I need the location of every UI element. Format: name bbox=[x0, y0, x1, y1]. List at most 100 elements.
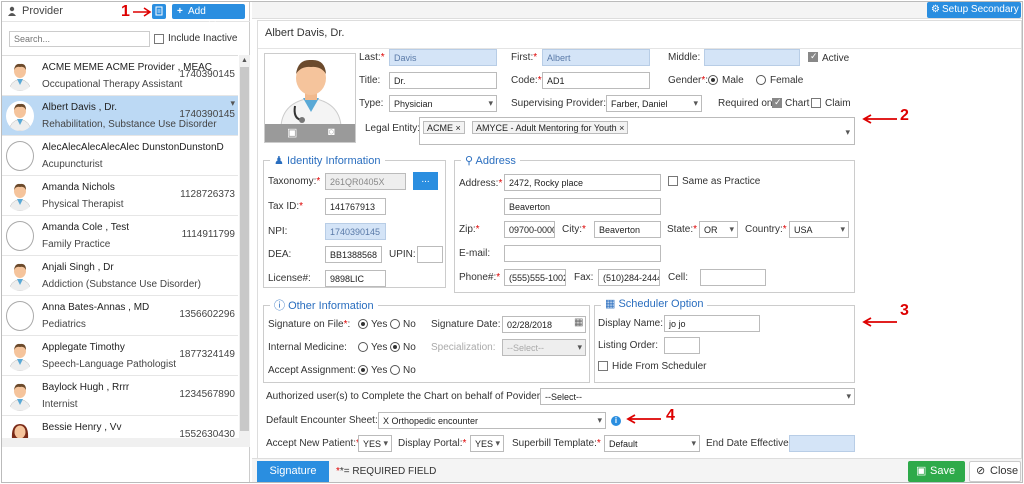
display-name-input[interactable]: jo jo bbox=[664, 315, 760, 332]
accept-assignment-no-label: No bbox=[403, 365, 416, 376]
same-as-practice-checkbox[interactable] bbox=[668, 176, 678, 186]
provider-search-input[interactable] bbox=[9, 31, 150, 47]
plus-icon: + bbox=[177, 6, 183, 17]
hide-from-scheduler-checkbox[interactable] bbox=[598, 361, 608, 371]
fax-input[interactable]: (510)284-2444 bbox=[598, 269, 660, 286]
license-input[interactable]: 9898LIC bbox=[325, 270, 386, 287]
address-line1-input[interactable]: 2472, Rocky place bbox=[504, 174, 661, 191]
display-portal-select[interactable]: YES bbox=[470, 435, 504, 452]
legal-entity-tag: AMYCE - Adult Mentoring for Youth × bbox=[472, 121, 629, 134]
accept-new-patient-select[interactable]: YES bbox=[358, 435, 392, 452]
middle-name-input[interactable] bbox=[704, 49, 800, 66]
scheduler-legend: ▦ Scheduler Option bbox=[601, 297, 708, 310]
supervising-provider-select[interactable]: Farber, Daniel bbox=[606, 95, 702, 112]
taxonomy-label: Taxonomy:* bbox=[268, 176, 321, 187]
tax-id-input[interactable]: 141767913 bbox=[325, 198, 386, 215]
provider-list-item[interactable]: Amanda Cole , Test 1114911799 Family Pract… bbox=[2, 216, 238, 256]
internal-medicine-label: Internal Medicine: bbox=[268, 342, 347, 353]
document-button[interactable] bbox=[152, 4, 166, 19]
internal-medicine-no-label: No bbox=[403, 342, 416, 353]
claim-checkbox[interactable] bbox=[811, 98, 821, 108]
authorized-users-label: Authorized user(s) to Complete the Chart… bbox=[266, 391, 543, 402]
gender-female-radio[interactable] bbox=[756, 75, 766, 85]
provider-list-item[interactable]: ACME MEME ACME Provider , MEAC 1740390145… bbox=[2, 56, 238, 96]
specialization-select[interactable]: --Select-- bbox=[502, 339, 586, 356]
zip-input[interactable]: 09700-0000 bbox=[504, 221, 555, 238]
gender-male-radio[interactable] bbox=[708, 75, 718, 85]
scroll-up-icon[interactable]: ▲ bbox=[241, 57, 248, 64]
provider-list-item[interactable]: Anna Bates-Annas , MD 1356602296 Pediatric… bbox=[2, 296, 238, 336]
cell-input[interactable] bbox=[700, 269, 766, 286]
sidebar-header: Provider 1 + Add Provider bbox=[2, 2, 250, 32]
signature-yes-radio[interactable] bbox=[358, 319, 368, 329]
legal-entity-tag: ACME × bbox=[423, 121, 465, 134]
provider-list-item[interactable]: Anjali Singh , Dr Addiction (Substance Us… bbox=[2, 256, 238, 296]
title-input[interactable]: Dr. bbox=[389, 72, 497, 89]
image-icon[interactable]: ▣ bbox=[287, 126, 297, 139]
add-provider-button[interactable]: + Add Provider bbox=[172, 4, 245, 32]
display-portal-label: Display Portal:* bbox=[398, 438, 467, 449]
state-select[interactable]: OR bbox=[699, 221, 738, 238]
provider-list-item[interactable]: Baylock Hugh , Rrrr 1234567890 Internist bbox=[2, 376, 238, 416]
accept-assignment-yes-radio[interactable] bbox=[358, 365, 368, 375]
encounter-sheet-select[interactable]: X Orthopedic encounter bbox=[378, 412, 606, 429]
dea-label: DEA: bbox=[268, 249, 292, 260]
callout-4: 4 bbox=[666, 407, 675, 424]
last-name-input[interactable]: Davis bbox=[389, 49, 497, 66]
chevron-down-icon: ▾ bbox=[845, 127, 850, 137]
specialization-label: Specialization: bbox=[431, 342, 496, 353]
provider-list-item[interactable]: Amanda Nichols 1128726373 Physical Therapi… bbox=[2, 176, 238, 216]
first-name-input[interactable]: Albert bbox=[542, 49, 650, 66]
include-inactive-label: Include Inactive bbox=[168, 33, 238, 44]
chart-checkbox[interactable] bbox=[772, 97, 782, 108]
sidebar-title: Provider bbox=[22, 5, 63, 17]
provider-list-scrollbar[interactable]: ▲ bbox=[239, 55, 250, 438]
provider-list-item[interactable]: Applegate Timothy 1877324149 Speech-Langua… bbox=[2, 336, 238, 376]
provider-list-item[interactable]: AlecAlecAlecAlecAlec DunstonDunstonD Acup… bbox=[2, 136, 238, 176]
save-button[interactable]: ▣ Save bbox=[908, 461, 965, 482]
dea-input[interactable]: BB1388568 bbox=[325, 246, 382, 263]
code-input[interactable]: AD1 bbox=[542, 72, 650, 89]
address-line2-input[interactable]: Beaverton bbox=[504, 198, 661, 215]
signature-on-file-label: Signature on File*: bbox=[268, 319, 351, 330]
provider-sidebar: Provider 1 + Add Provider Include Inactiv… bbox=[2, 2, 250, 482]
signature-no-radio[interactable] bbox=[390, 319, 400, 329]
active-checkbox[interactable] bbox=[808, 51, 818, 62]
setup-secondary-id-button[interactable]: ⚙ Setup Secondary ID bbox=[927, 2, 1021, 31]
city-input[interactable]: Beaverton bbox=[594, 221, 661, 238]
upin-input[interactable] bbox=[417, 246, 443, 263]
email-label: E-mail: bbox=[459, 248, 491, 259]
calendar-icon[interactable]: ▦ bbox=[574, 317, 583, 328]
internal-medicine-no-radio[interactable] bbox=[390, 342, 400, 352]
horizontal-scrollbar[interactable] bbox=[2, 438, 250, 447]
scroll-thumb[interactable] bbox=[240, 67, 249, 431]
taxonomy-input[interactable]: 261QR0405X bbox=[325, 173, 406, 190]
detail-toolbar: ⚙ Setup Secondary ID bbox=[252, 2, 1022, 31]
legal-entity-multiselect[interactable]: ACME × AMYCE - Adult Mentoring for Youth… bbox=[419, 117, 855, 145]
cell-label: Cell: bbox=[668, 272, 689, 283]
ban-icon: ⊘ bbox=[976, 465, 986, 477]
info-icon[interactable]: i bbox=[611, 416, 621, 426]
superbill-template-select[interactable]: Default bbox=[604, 435, 700, 452]
listing-order-input[interactable] bbox=[664, 337, 700, 354]
npi-input[interactable]: 1740390145 bbox=[325, 223, 386, 240]
provider-list-item[interactable]: Albert Davis , Dr. 1740390145 Rehabilitati… bbox=[2, 96, 238, 136]
npi-label: NPI: bbox=[268, 226, 288, 237]
internal-medicine-yes-radio[interactable] bbox=[358, 342, 368, 352]
phone-input[interactable]: (555)555-1002 bbox=[504, 269, 566, 286]
country-select[interactable]: USA bbox=[789, 221, 849, 238]
taxonomy-lookup-button[interactable]: ... bbox=[413, 172, 438, 190]
authorized-users-select[interactable]: --Select-- bbox=[540, 388, 855, 405]
accept-assignment-no-radio[interactable] bbox=[390, 365, 400, 375]
camera-icon[interactable]: ◙ bbox=[328, 126, 335, 138]
phone-label: Phone#:* bbox=[459, 272, 501, 283]
end-date-effective-input[interactable] bbox=[789, 435, 855, 452]
close-button[interactable]: ⊘ Close bbox=[969, 461, 1021, 482]
provider-list-item[interactable]: Bessie Henry , Vv 1552630430 bbox=[2, 416, 238, 438]
signature-button[interactable]: Signature bbox=[257, 461, 329, 482]
display-name-label: Display Name: bbox=[598, 318, 664, 329]
include-inactive-checkbox[interactable] bbox=[154, 34, 164, 44]
type-label: Type: bbox=[359, 98, 384, 109]
type-select[interactable]: Physician bbox=[389, 95, 497, 112]
email-input[interactable] bbox=[504, 245, 661, 262]
